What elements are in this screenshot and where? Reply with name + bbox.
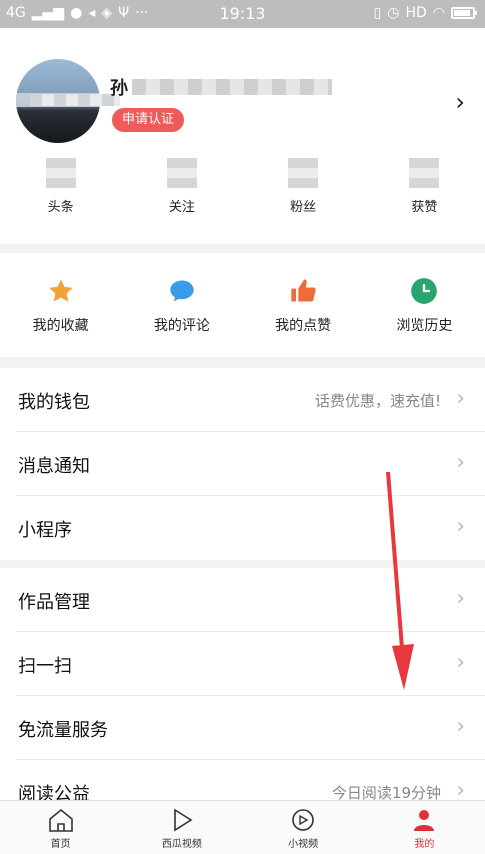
tab-mine[interactable]: 我的 [364, 801, 485, 854]
profile-icon [414, 810, 435, 831]
bottom-tab-bar: 首页 西瓜视频 小视频 我的 [0, 800, 485, 854]
chevron-right-icon: › [456, 514, 465, 539]
quick-label: 我的点赞 [275, 318, 332, 334]
redacted-username [132, 79, 332, 95]
tab-label: 首页 [50, 839, 71, 850]
comment-icon [170, 280, 194, 302]
menu-hint: 话费优惠，速充值! [314, 392, 441, 410]
hd-label: HD [405, 5, 427, 21]
menu-label: 小程序 [18, 520, 72, 541]
tab-label: 小视频 [288, 839, 319, 850]
menu-label: 免流量服务 [18, 720, 108, 741]
tab-label: 西瓜视频 [161, 839, 202, 850]
home-icon [48, 808, 73, 832]
redacted-count [166, 158, 197, 188]
play-icon [174, 808, 193, 832]
profile-stats: 头条 关注 粉丝 获赞 [0, 158, 485, 215]
status-bar: 4G ▂▄▆ ● ◂ ◈ Ψ ··· 19:13 ▯ ◷ HD ◠ [0, 0, 485, 28]
stat-likes-received[interactable]: 获赞 [364, 158, 485, 215]
quick-actions: 我的收藏 我的评论 我的点赞 浏览历史 [0, 253, 485, 357]
redacted-count [288, 158, 319, 188]
chevron-right-icon[interactable]: › [455, 88, 465, 116]
quick-likes[interactable]: 我的点赞 [243, 253, 364, 357]
alarm-icon: ◷ [387, 5, 400, 21]
chevron-right-icon: › [456, 386, 465, 411]
stat-label: 获赞 [411, 200, 438, 215]
star-icon [48, 279, 73, 302]
vibrate-icon: ▯ [373, 5, 382, 21]
redacted-count [409, 158, 440, 188]
thumbs-up-icon [291, 279, 316, 302]
redacted-area [30, 94, 120, 106]
menu-label: 我的钱包 [18, 392, 90, 413]
username: 孙 [110, 74, 332, 100]
menu-free-data[interactable]: 免流量服务 › [16, 696, 485, 760]
tab-small-video[interactable]: 小视频 [243, 801, 364, 854]
profile-card[interactable]: 孙 申请认证 › 头条 关注 粉丝 获赞 [0, 28, 485, 244]
wifi-icon: ◠ [432, 5, 445, 21]
stat-label: 头条 [47, 200, 74, 215]
apply-verify-button[interactable]: 申请认证 [112, 108, 185, 132]
stat-label: 粉丝 [290, 200, 317, 215]
annotation-arrow [386, 471, 414, 690]
battery-icon [451, 7, 477, 19]
chevron-right-icon: › [456, 450, 465, 475]
chevron-right-icon: › [456, 586, 465, 611]
quick-label: 我的评论 [153, 318, 210, 334]
menu-label: 作品管理 [18, 592, 90, 613]
quick-favorites[interactable]: 我的收藏 [0, 253, 121, 357]
quick-label: 浏览历史 [396, 318, 453, 334]
menu-wallet[interactable]: 我的钱包 话费优惠，速充值! › [16, 368, 485, 432]
chevron-right-icon: › [456, 650, 465, 675]
stat-label: 关注 [168, 200, 195, 215]
stat-following[interactable]: 关注 [121, 158, 242, 215]
status-right: ▯ ◷ HD ◠ [373, 5, 477, 21]
quick-comments[interactable]: 我的评论 [121, 253, 242, 357]
chevron-right-icon: › [456, 714, 465, 739]
redacted-count [45, 158, 76, 188]
quick-label: 我的收藏 [32, 318, 89, 334]
clock-icon [411, 278, 438, 304]
tab-home[interactable]: 首页 [0, 801, 121, 854]
small-video-icon [292, 809, 314, 831]
menu-label: 消息通知 [18, 456, 90, 477]
menu-label: 扫一扫 [18, 656, 72, 677]
username-text: 孙 [110, 78, 128, 99]
stat-headlines[interactable]: 头条 [0, 158, 121, 215]
stat-followers[interactable]: 粉丝 [243, 158, 364, 215]
tab-label: 我的 [414, 839, 435, 850]
quick-history[interactable]: 浏览历史 [364, 253, 485, 357]
tab-xigua-video[interactable]: 西瓜视频 [121, 801, 242, 854]
